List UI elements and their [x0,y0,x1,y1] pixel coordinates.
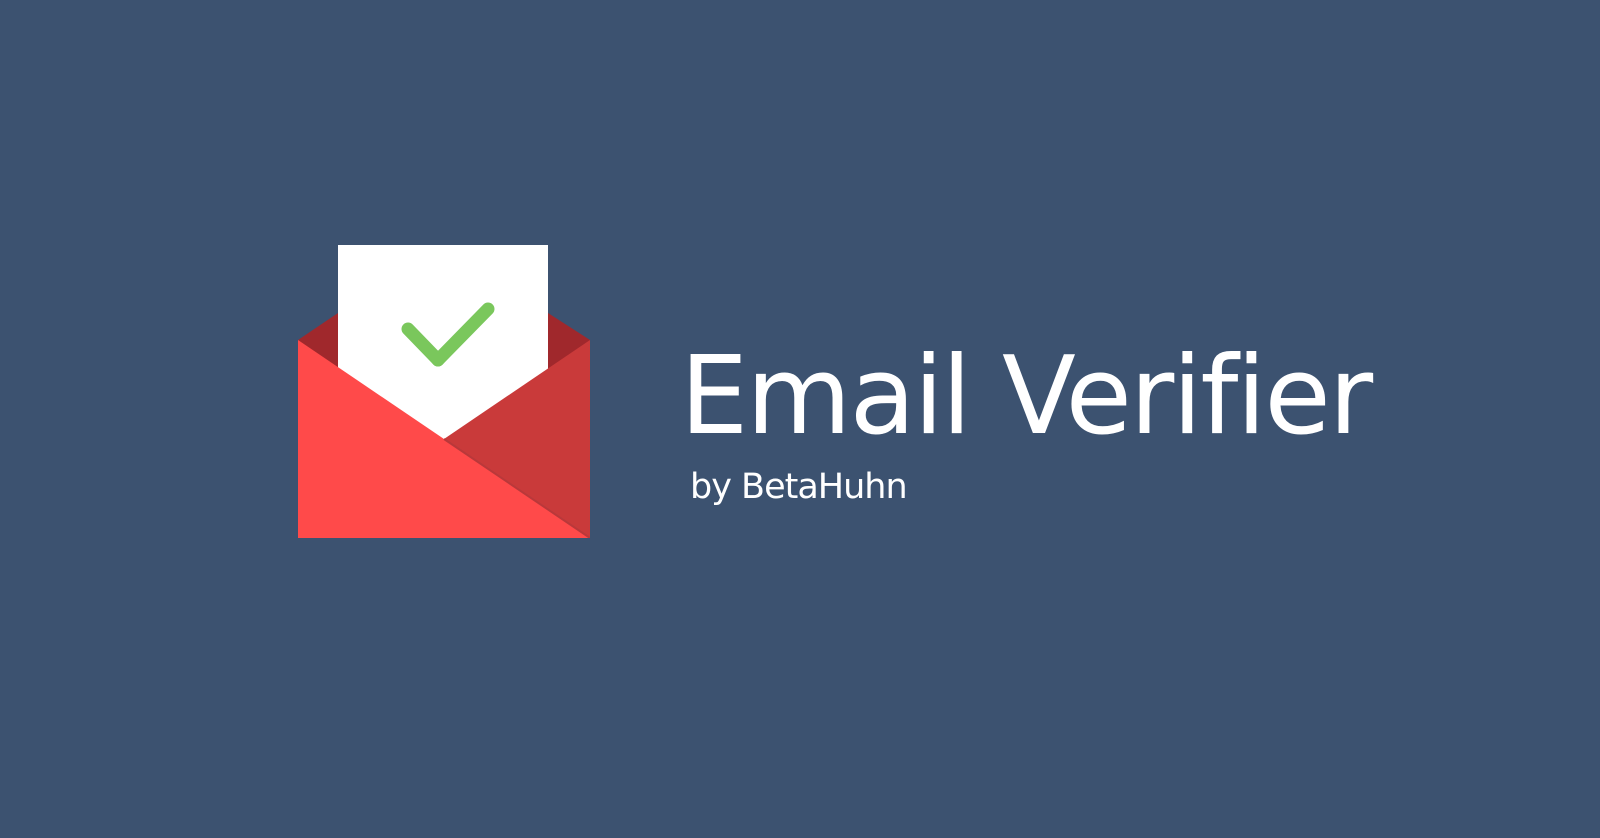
envelope-check-icon [298,243,590,538]
app-title: Email Verifier [680,334,1373,459]
hero-banner: Email Verifier by BetaHuhn [0,0,1600,838]
author-byline: by BetaHuhn [690,467,908,507]
